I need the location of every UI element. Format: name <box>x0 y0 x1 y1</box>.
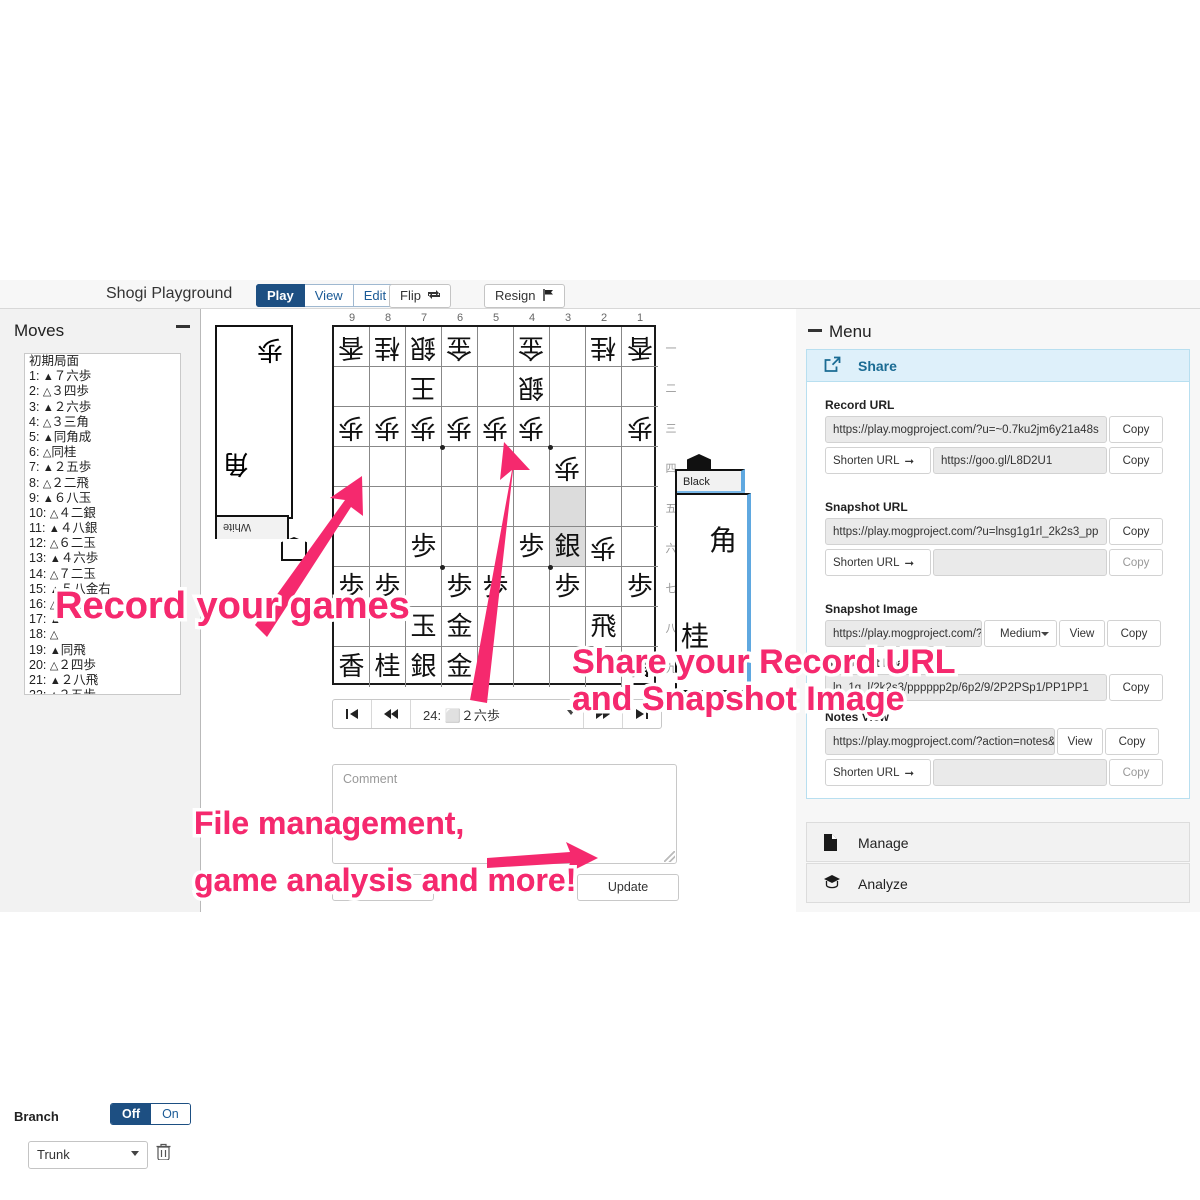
overlay-share-line1: Share your Record URL Share your Record … <box>569 640 960 685</box>
overlay-record-games: Record your games Record your games <box>52 582 414 631</box>
app-stage: Shogi Playground Play View Edit Flip Res… <box>0 280 1200 1169</box>
overlay-file-line1: File management, File management, <box>190 802 467 845</box>
branch-toggle: Off On <box>110 1103 191 1125</box>
overlay-share-line2-fill: and Snapshot Image <box>572 680 905 718</box>
trunk-select-value: Trunk <box>37 1147 70 1162</box>
trash-icon[interactable] <box>156 1143 171 1165</box>
branch-label: Branch <box>14 1109 59 1124</box>
branch-toggle-off[interactable]: Off <box>111 1104 152 1124</box>
overlay-file-line2: game analysis and more! game analysis an… <box>190 859 579 902</box>
overlay-file-line2-fill: game analysis and more! <box>194 862 577 898</box>
overlay-share-line1-fill: Share your Record URL <box>572 643 956 681</box>
trunk-select[interactable]: Trunk <box>28 1141 148 1169</box>
branch-toggle-on[interactable]: On <box>151 1104 190 1124</box>
overlay-share-line2: and Snapshot Image and Snapshot Image <box>569 677 908 722</box>
chevron-down-icon <box>131 1151 139 1156</box>
overlay-record-games-fill: Record your games <box>55 585 410 627</box>
overlay-file-line1-fill: File management, <box>194 805 465 841</box>
